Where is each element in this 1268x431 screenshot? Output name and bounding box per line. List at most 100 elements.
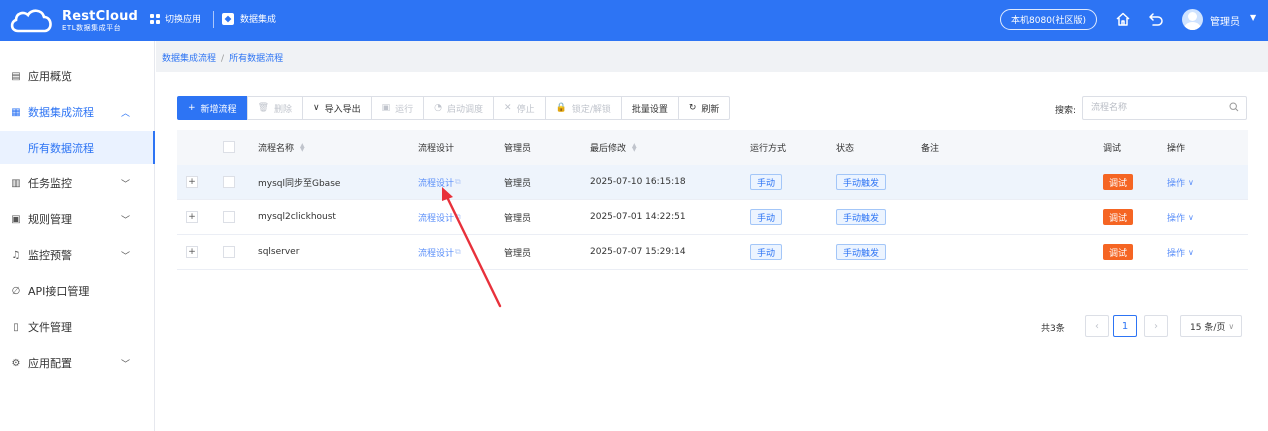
select-all-checkbox[interactable]: [223, 141, 235, 153]
sort-icon[interactable]: ▲ ▼: [632, 142, 637, 152]
sidebar-item-label: 应用概览: [28, 70, 72, 83]
prev-page-button[interactable]: ‹: [1085, 315, 1109, 337]
flow-name: mysql同步至Gbase: [258, 178, 341, 189]
sidebar-item-overview[interactable]: ▤ 应用概览: [0, 58, 155, 94]
add-flow-button[interactable]: + 新增流程: [177, 96, 248, 120]
flow-admin: 管理员: [504, 248, 532, 259]
page-size-select[interactable]: 15 条/页 ∨: [1180, 315, 1242, 337]
switch-app-button[interactable]: 切换应用: [150, 12, 201, 25]
current-app[interactable]: 数据集成: [222, 12, 276, 25]
stop-button[interactable]: ✕ 停止: [493, 96, 546, 120]
api-icon: ∅: [11, 285, 21, 297]
page-button[interactable]: 1: [1113, 315, 1137, 337]
chevron-right-icon: ›: [1154, 320, 1158, 332]
search-icon[interactable]: [1229, 102, 1239, 112]
table-header: 流程名称 ▲ ▼ 流程设计 管理员 最后修改 ▲ ▼ 运行方式 状态 备注 调试 操作: [177, 130, 1248, 165]
flow-name: sqlserver: [258, 247, 300, 257]
debug-button[interactable]: 调试: [1103, 235, 1134, 269]
caret-down-icon[interactable]: ▼: [1250, 13, 1256, 22]
stop-label: 停止: [516, 104, 535, 115]
column-header-modified[interactable]: 最后修改 ▲ ▼: [590, 130, 637, 165]
table-row[interactable]: + mysql2clickhoust 流程设计 ⧉ 管理员 2025-07-01 …: [177, 200, 1248, 235]
flow-admin: 管理员: [504, 178, 532, 189]
chevron-up-icon: ︿: [121, 108, 131, 119]
run-mode-label: 手动: [750, 174, 783, 190]
main-area: 数据集成流程 / 所有数据流程 + 新增流程 🗑 删除 ∨ 导入导出 ▣ 运行 ◔ 启动调度 …: [156, 41, 1268, 431]
chevron-down-icon: ∨: [1228, 321, 1235, 331]
run-mode-label: 手动: [750, 244, 783, 260]
sidebar-item-alerts[interactable]: ♫ 监控预警 ﹀: [0, 237, 155, 273]
breadcrumb-current: 所有数据流程: [229, 54, 284, 64]
sidebar-item-files[interactable]: ▯ 文件管理: [0, 309, 155, 345]
status-tag: 手动触发: [836, 235, 887, 269]
settings-icon: ⚙: [11, 357, 21, 369]
delete-button[interactable]: 🗑 删除: [246, 96, 304, 120]
logo[interactable]: RestCloud ETL数据集成平台: [8, 5, 138, 36]
chevron-down-icon: ∨: [1188, 177, 1194, 187]
column-header-name[interactable]: 流程名称 ▲ ▼: [258, 130, 305, 165]
search-input[interactable]: [1082, 96, 1247, 120]
row-checkbox[interactable]: [223, 211, 235, 223]
run-button[interactable]: ▣ 运行: [370, 96, 425, 120]
sidebar-item-task-monitor[interactable]: ▥ 任务监控 ﹀: [0, 165, 155, 201]
sidebar-item-api[interactable]: ∅ API接口管理: [0, 273, 155, 309]
apps-grid-icon: [150, 13, 160, 24]
debug-button[interactable]: 调试: [1103, 165, 1134, 199]
home-icon[interactable]: [1115, 11, 1131, 27]
chevron-down-icon: ﹀: [121, 359, 131, 370]
chevron-down-icon: ﹀: [121, 251, 131, 262]
chevron-down-icon: ∨: [1188, 212, 1194, 222]
status-label: 手动触发: [836, 174, 887, 190]
avatar[interactable]: [1182, 9, 1203, 30]
flow-modified: 2025-07-07 15:29:14: [590, 247, 686, 257]
expand-row-icon[interactable]: +: [186, 246, 198, 258]
sidebar-item-data-integration[interactable]: ▦ 数据集成流程 ︿: [0, 94, 155, 130]
start-schedule-button[interactable]: ◔ 启动调度: [423, 96, 495, 120]
debug-button[interactable]: 调试: [1103, 200, 1134, 234]
table-row[interactable]: + sqlserver 流程设计 ⧉ 管理员 2025-07-07 15:29:1…: [177, 235, 1248, 270]
flow-design-link[interactable]: 流程设计 ⧉: [418, 165, 461, 199]
actions-dropdown[interactable]: 操作 ∨: [1167, 165, 1194, 199]
row-checkbox[interactable]: [223, 246, 235, 258]
back-icon[interactable]: [1148, 11, 1164, 27]
lock-unlock-button[interactable]: 🔒 锁定/解锁: [544, 96, 622, 120]
import-export-button[interactable]: ∨ 导入导出: [302, 96, 372, 120]
file-icon: ▯: [13, 321, 19, 333]
flow-admin: 管理员: [504, 213, 532, 224]
sidebar-item-label: 数据集成流程: [28, 106, 94, 119]
next-page-button[interactable]: ›: [1144, 315, 1168, 337]
sidebar-subitem-all-flows[interactable]: 所有数据流程: [0, 131, 155, 164]
run-mode-tag: 手动: [750, 235, 783, 269]
user-name[interactable]: 管理员: [1210, 13, 1240, 28]
flow-design-link[interactable]: 流程设计 ⧉: [418, 200, 461, 234]
environment-button[interactable]: 本机8080(社区版): [1000, 9, 1097, 30]
batch-settings-button[interactable]: 批量设置: [620, 96, 679, 120]
expand-row-icon[interactable]: +: [186, 211, 198, 223]
run-mode-tag: 手动: [750, 200, 783, 234]
breadcrumb-root[interactable]: 数据集成流程: [162, 54, 216, 64]
sort-icon[interactable]: ▲ ▼: [300, 142, 305, 152]
sidebar-item-app-config[interactable]: ⚙ 应用配置 ﹀: [0, 345, 155, 381]
chevron-down-icon: ∨: [1188, 247, 1194, 257]
add-flow-label: 新增流程: [200, 104, 237, 115]
actions-dropdown[interactable]: 操作 ∨: [1167, 200, 1194, 234]
refresh-icon: ↻: [688, 103, 697, 113]
column-header-debug: 调试: [1103, 144, 1122, 154]
run-label: 运行: [395, 104, 414, 115]
refresh-button[interactable]: ↻ 刷新: [677, 96, 731, 120]
flow-design-link[interactable]: 流程设计 ⧉: [418, 235, 461, 269]
actions-label: 操作: [1167, 213, 1186, 224]
chevron-left-icon: ‹: [1095, 320, 1099, 332]
expand-row-icon[interactable]: +: [186, 176, 198, 188]
actions-dropdown[interactable]: 操作 ∨: [1167, 235, 1194, 269]
import-export-label: 导入导出: [324, 104, 361, 115]
table-row[interactable]: + mysql同步至Gbase 流程设计 ⧉ 管理员 2025-07-10 16:…: [177, 165, 1248, 200]
flow-name: mysql2clickhoust: [258, 212, 336, 222]
row-checkbox[interactable]: [223, 176, 235, 188]
column-header-status: 状态: [836, 144, 855, 154]
status-tag: 手动触发: [836, 200, 887, 234]
sidebar-item-rules[interactable]: ▣ 规则管理 ﹀: [0, 201, 155, 237]
external-link-icon: ⧉: [455, 212, 461, 221]
column-header-label: 流程名称: [258, 144, 295, 154]
close-icon: ✕: [504, 103, 512, 113]
